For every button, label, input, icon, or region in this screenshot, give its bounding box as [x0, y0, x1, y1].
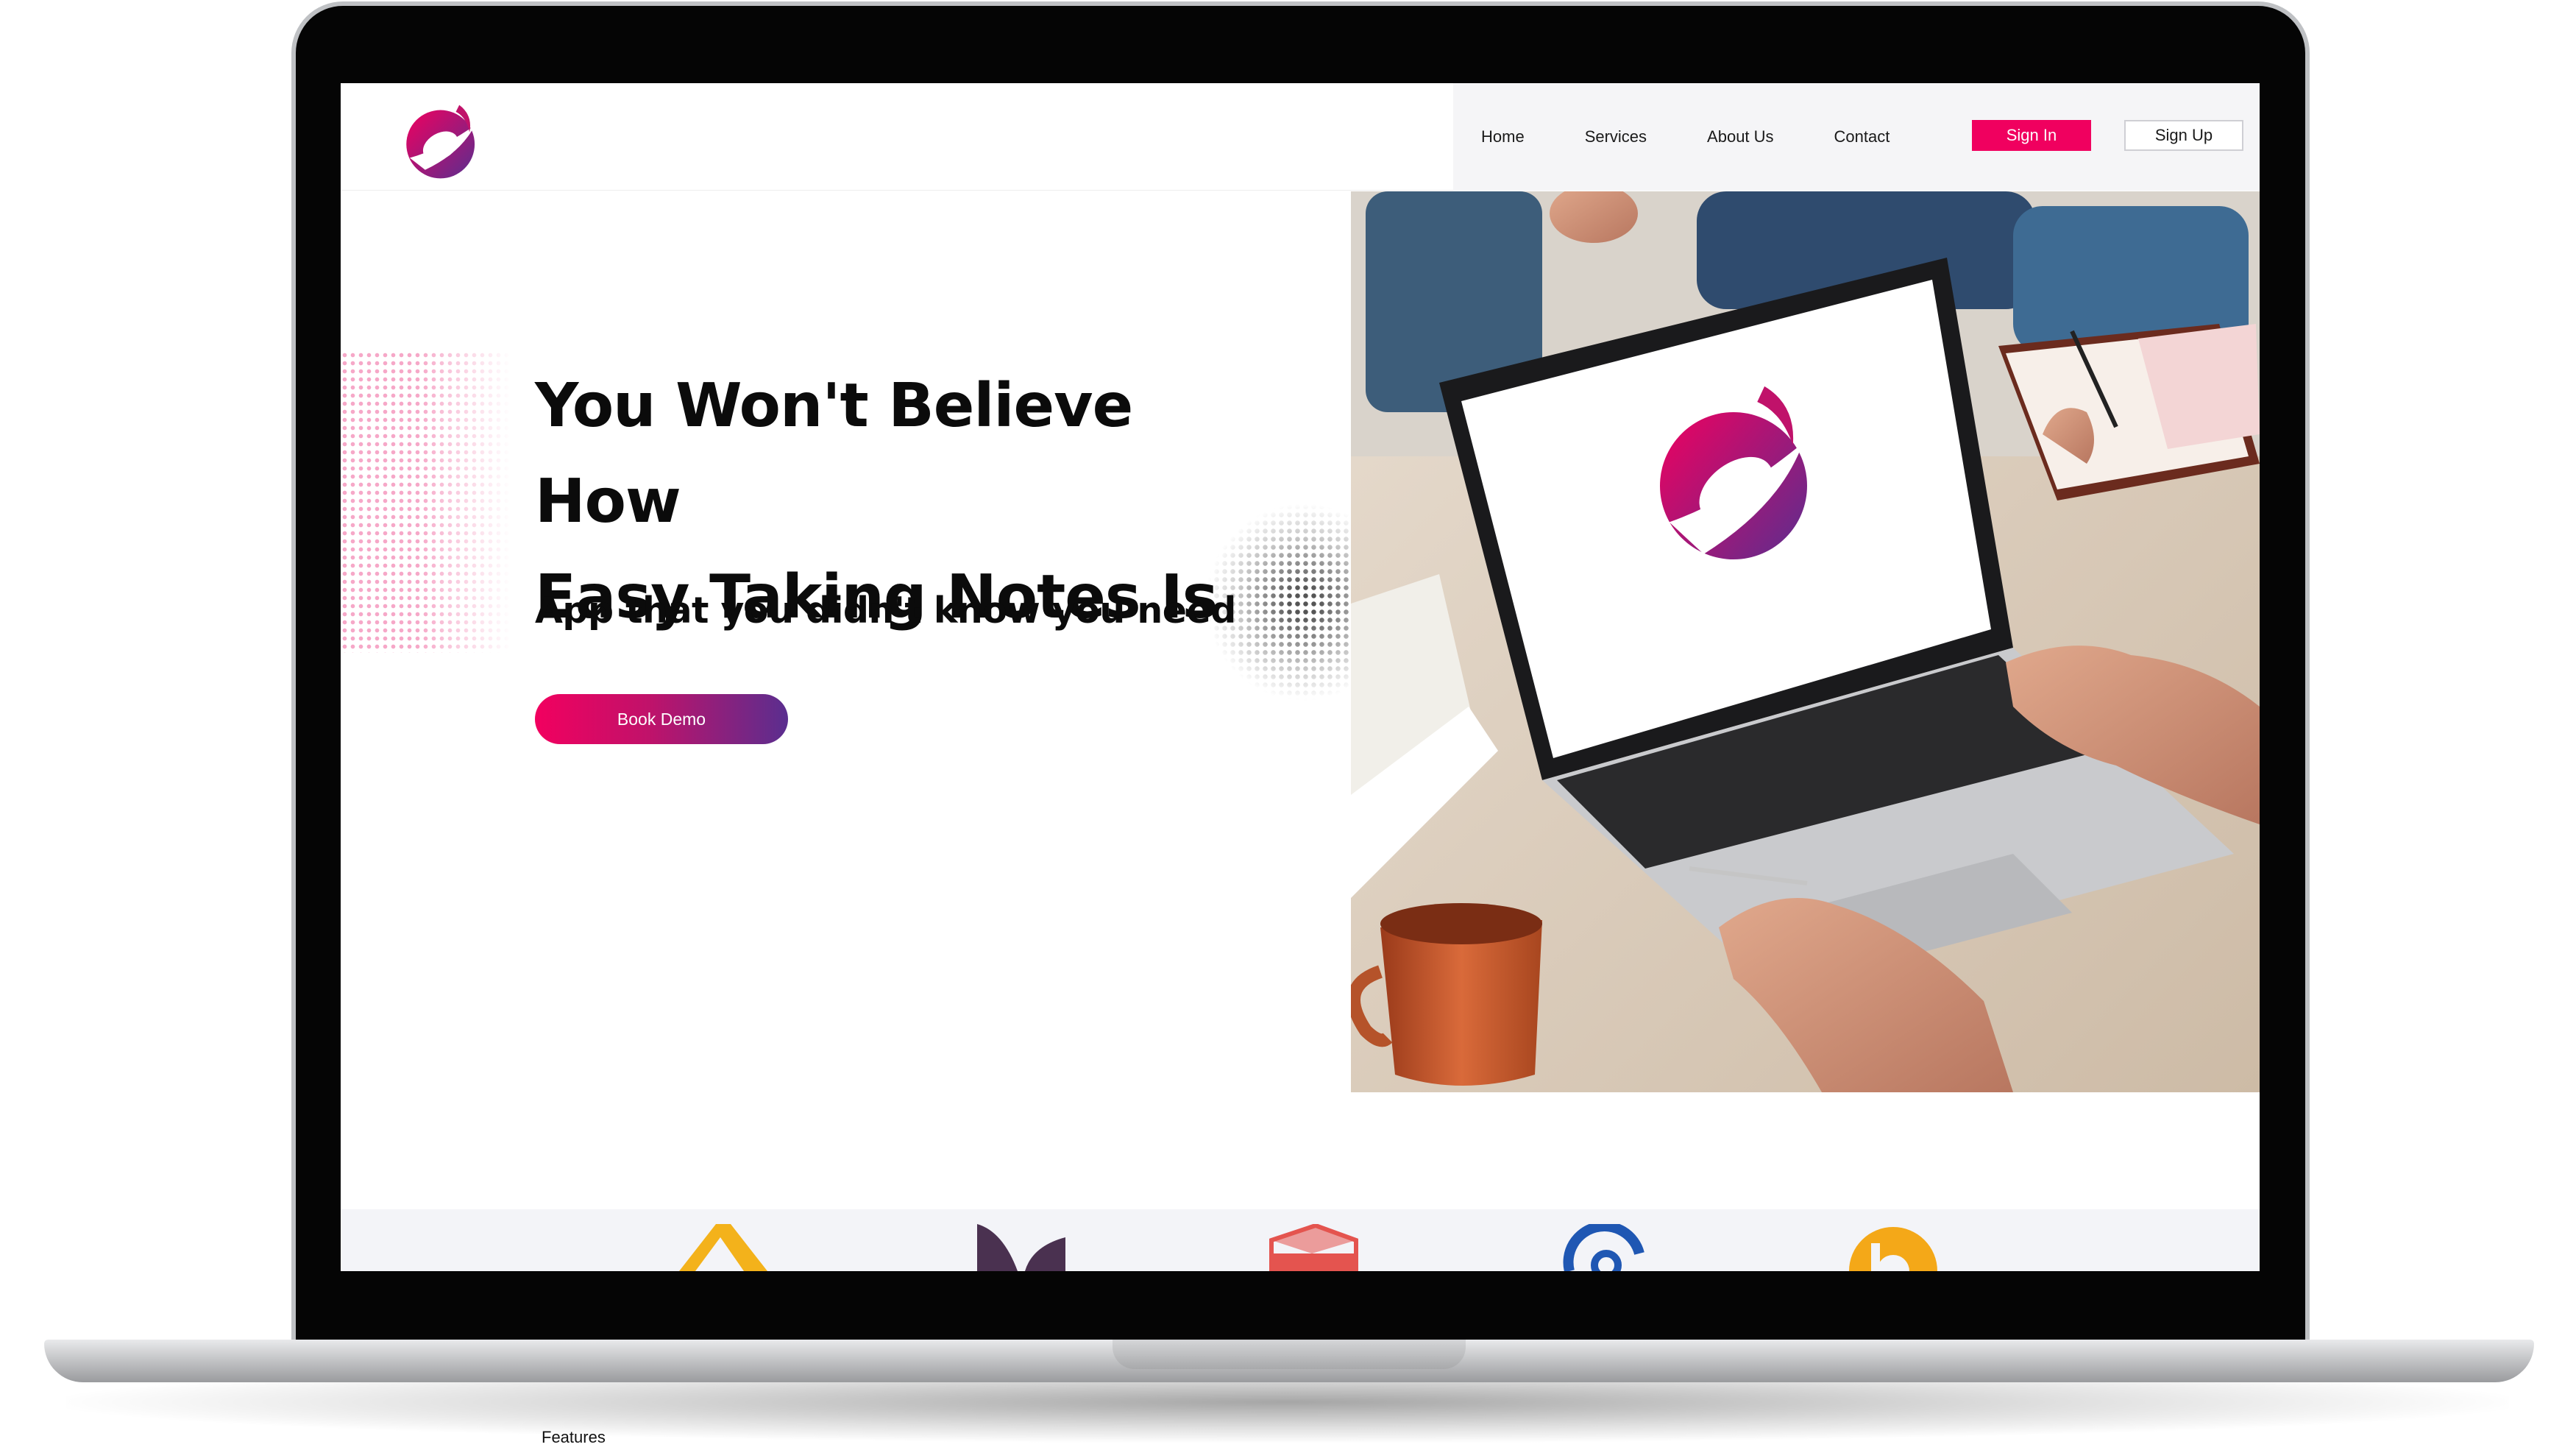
yellow-triangle-logo-icon	[679, 1224, 767, 1271]
book-demo-button[interactable]: Book Demo	[535, 694, 788, 744]
sign-up-button[interactable]: Sign Up	[2124, 120, 2243, 151]
hero-laptop-photo	[1351, 191, 2260, 1092]
laptop-notch	[1113, 1340, 1466, 1369]
sign-in-button[interactable]: Sign In	[1972, 120, 2091, 151]
pink-dot-pattern	[341, 351, 511, 653]
nav-home[interactable]: Home	[1481, 127, 1525, 146]
site-header: Home Services About Us Contact Sign In S…	[341, 83, 2260, 191]
nav-about-us[interactable]: About Us	[1707, 127, 1774, 146]
laptop-screen: Home Services About Us Contact Sign In S…	[341, 83, 2260, 1271]
hero-title-line-1: You Won't Believe How	[535, 371, 1133, 537]
partner-logo-strip	[341, 1209, 2260, 1271]
nav-services[interactable]: Services	[1585, 127, 1647, 146]
blue-ring-logo-icon	[1563, 1224, 1644, 1271]
brand-logo-icon[interactable]	[400, 96, 485, 182]
nav-contact[interactable]: Contact	[1834, 127, 1890, 146]
hero-subtitle: App that you didn't know you need	[535, 590, 1236, 632]
red-box-logo-icon	[1269, 1224, 1358, 1271]
purple-leaf-logo-icon	[977, 1224, 1065, 1271]
features-caption: Features	[542, 1428, 606, 1446]
orange-d-logo-icon	[1849, 1227, 1937, 1271]
